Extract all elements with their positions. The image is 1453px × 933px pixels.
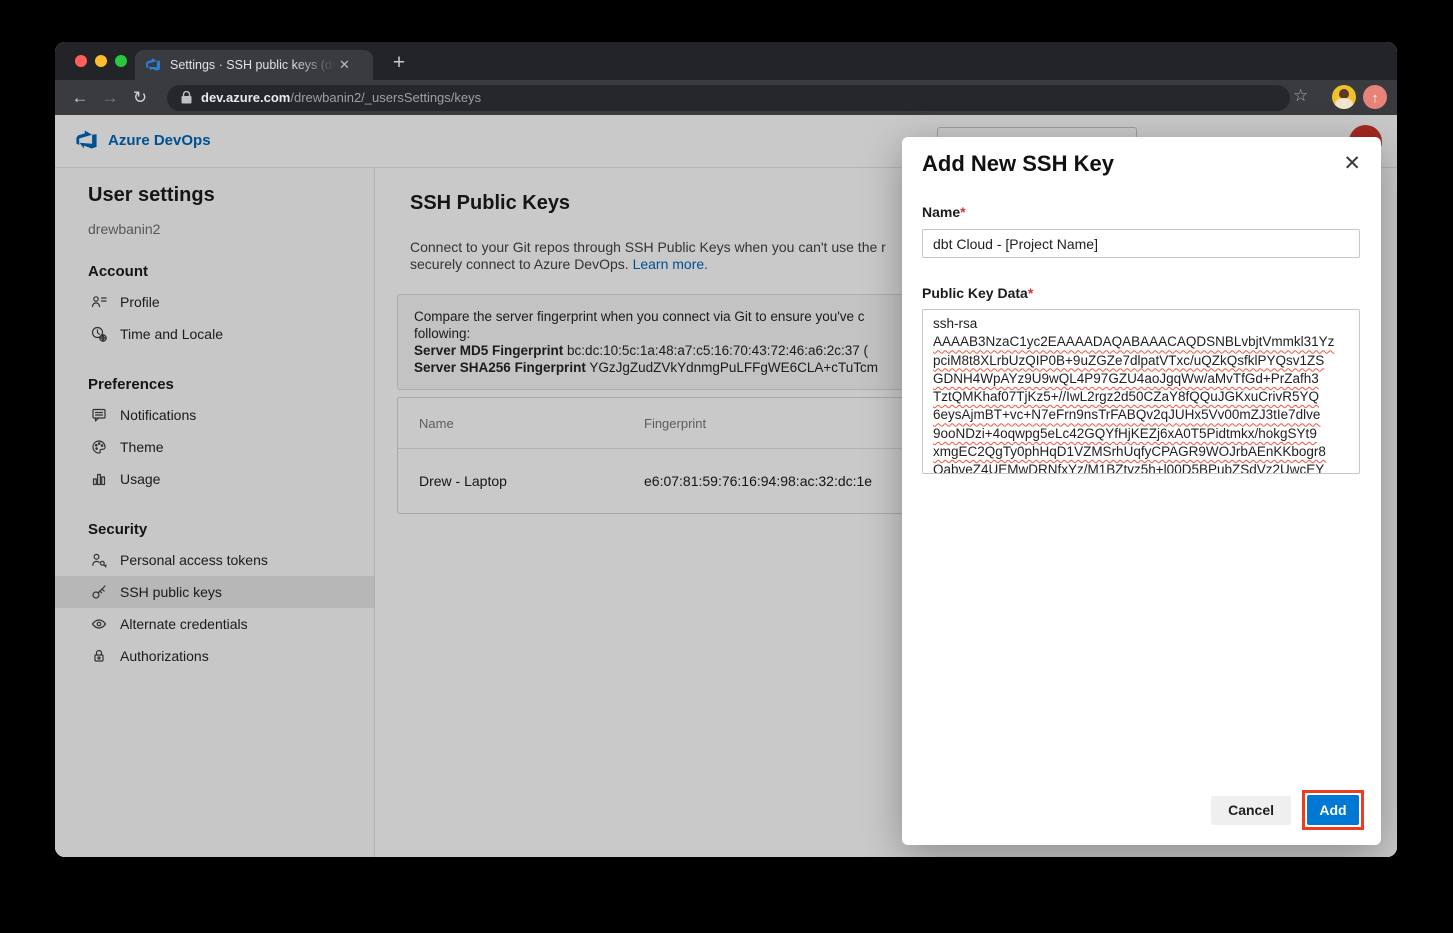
key-name-input[interactable] <box>922 229 1360 258</box>
tab-close-icon[interactable]: ✕ <box>339 57 350 73</box>
md5-value: bc:dc:10:5c:1a:48:a7:c5:16:70:43:72:46:a… <box>563 343 868 358</box>
lock-icon <box>181 91 192 104</box>
sidebar-item-notifications[interactable]: Notifications <box>55 399 374 431</box>
sidebar-item-personal-access-tokens[interactable]: Personal access tokens <box>55 544 374 576</box>
required-marker: * <box>960 204 965 220</box>
name-field-label: Name* <box>922 204 1361 220</box>
description-line1: Connect to your Git repos through SSH Pu… <box>410 239 886 255</box>
add-button-annotation: Add <box>1302 790 1364 830</box>
key-line: ssh-rsa <box>933 315 1349 333</box>
tab-strip: Settings · SSH public keys (dre ✕ + <box>55 42 1397 80</box>
key-line: pciM8t8XLrbUzQIP0B+9uZGZe7dlpatVTxc/uQZk… <box>933 352 1349 370</box>
md5-label: Server MD5 Fingerprint <box>414 343 563 358</box>
public-key-field-label: Public Key Data* <box>922 285 1361 301</box>
url-path: /drewbanin2/_usersSettings/keys <box>290 90 481 105</box>
browser-update-icon[interactable]: ↑ <box>1363 85 1387 109</box>
public-key-label-text: Public Key Data <box>922 285 1028 301</box>
mac-zoom-button[interactable] <box>115 55 127 67</box>
avatar-body <box>1335 98 1353 109</box>
key-line: AAAAB3NzaC1yc2EAAAADAQABAAACAQDSNBLvbjtV… <box>933 333 1349 351</box>
required-marker: * <box>1028 285 1033 301</box>
padlock-icon <box>91 648 107 664</box>
sha256-value: YGzJgZudZVkYdnmgPuLFFgWE6CLA+cTuTcm <box>586 360 878 375</box>
person-key-icon <box>91 552 107 568</box>
comment-icon <box>91 407 107 423</box>
key-line: GDNH4WpAYz9U9wQL4P97GZU4aoJgqWw/aMvTfGd+… <box>933 370 1349 388</box>
sidebar-item-label: Notifications <box>120 407 196 423</box>
section-security: Security <box>55 495 374 544</box>
column-header-fingerprint: Fingerprint <box>644 416 706 431</box>
brand[interactable]: Azure DevOps <box>75 129 211 152</box>
azure-devops-favicon <box>145 57 161 73</box>
learn-more-link[interactable]: Learn more. <box>633 256 708 272</box>
sidebar-title: User settings <box>55 168 374 207</box>
azure-devops-logo-icon <box>75 129 98 152</box>
eye-icon <box>91 616 107 632</box>
sidebar-item-authorizations[interactable]: Authorizations <box>55 640 374 672</box>
key-line: 9ooNDzi+4oqwpg5eLc42GQYfHjKEZj6xA0T5Pidt… <box>933 425 1349 443</box>
dialog-footer: Cancel Add <box>1211 790 1364 830</box>
sidebar-item-label: Personal access tokens <box>120 552 268 568</box>
column-header-name: Name <box>398 416 644 431</box>
key-line: TztQMKhaf07TjKz5+//IwL2rgz2d50CZaY8fQQuJ… <box>933 388 1349 406</box>
mac-minimize-button[interactable] <box>95 55 107 67</box>
sidebar-item-label: Theme <box>120 439 164 455</box>
sidebar-username: drewbanin2 <box>55 207 374 237</box>
sidebar-item-time-and-locale[interactable]: Time and Locale <box>55 318 374 350</box>
public-key-textarea[interactable]: ssh-rsa AAAAB3NzaC1yc2EAAAADAQABAAACAQDS… <box>922 309 1360 474</box>
profile-icon <box>91 294 107 310</box>
browser-tab[interactable]: Settings · SSH public keys (dre ✕ <box>135 50 373 80</box>
browser-profile-avatar[interactable] <box>1332 85 1356 109</box>
browser-window: Settings · SSH public keys (dre ✕ + ← → … <box>55 42 1397 857</box>
close-icon[interactable]: ✕ <box>1343 153 1361 174</box>
key-line: xmgEC2QgTy0phHqD1VZMSrhUqfyCPAGR9WOJrbAE… <box>933 443 1349 461</box>
dialog-title: Add New SSH Key <box>922 151 1361 177</box>
key-name-cell: Drew - Laptop <box>398 473 644 489</box>
sidebar-item-theme[interactable]: Theme <box>55 431 374 463</box>
sidebar-item-profile[interactable]: Profile <box>55 286 374 318</box>
add-ssh-key-dialog: Add New SSH Key ✕ Name* Public Key Data*… <box>902 137 1381 845</box>
back-icon[interactable]: ← <box>65 88 95 108</box>
tab-title: Settings · SSH public keys (dre <box>170 58 335 72</box>
settings-sidebar: User settings drewbanin2 Account Profile… <box>55 168 375 857</box>
key-icon <box>91 584 107 600</box>
section-account: Account <box>55 237 374 286</box>
url-bar[interactable]: dev.azure.com/drewbanin2/_usersSettings/… <box>167 85 1290 111</box>
new-tab-button[interactable]: + <box>385 49 413 77</box>
url-host: dev.azure.com <box>201 90 290 105</box>
sidebar-item-usage[interactable]: Usage <box>55 463 374 495</box>
sidebar-item-label: Usage <box>120 471 160 487</box>
key-line: 6eysAjmBT+vc+N7eFrn9nsTrFABQv2qJUHx5Vv00… <box>933 406 1349 424</box>
key-line: QabveZ4UEMwDRNfxYz/M1BZtyz5h+l00D5BPubZS… <box>933 461 1349 474</box>
description-line2: securely connect to Azure DevOps. <box>410 256 633 272</box>
sha256-label: Server SHA256 Fingerprint <box>414 360 586 375</box>
clock-globe-icon <box>91 326 107 342</box>
bar-chart-icon <box>91 471 107 487</box>
section-preferences: Preferences <box>55 350 374 399</box>
sidebar-item-alternate-credentials[interactable]: Alternate credentials <box>55 608 374 640</box>
key-fingerprint-cell: e6:07:81:59:76:16:94:98:ac:32:dc:1e <box>644 473 872 489</box>
sidebar-item-ssh-public-keys[interactable]: SSH public keys <box>55 576 374 608</box>
forward-icon[interactable]: → <box>95 88 125 108</box>
sidebar-item-label: Profile <box>120 294 160 310</box>
palette-icon <box>91 439 107 455</box>
reload-icon[interactable]: ↻ <box>125 88 155 108</box>
sidebar-item-label: Time and Locale <box>120 326 223 342</box>
add-button[interactable]: Add <box>1307 795 1359 825</box>
bookmark-star-icon[interactable]: ☆ <box>1293 86 1308 106</box>
sidebar-item-label: Authorizations <box>120 648 209 664</box>
sidebar-item-label: Alternate credentials <box>120 616 248 632</box>
name-label-text: Name <box>922 204 960 220</box>
sidebar-item-label: SSH public keys <box>120 584 222 600</box>
cancel-button[interactable]: Cancel <box>1211 796 1291 825</box>
mac-close-button[interactable] <box>75 55 87 67</box>
brand-name: Azure DevOps <box>108 132 211 149</box>
